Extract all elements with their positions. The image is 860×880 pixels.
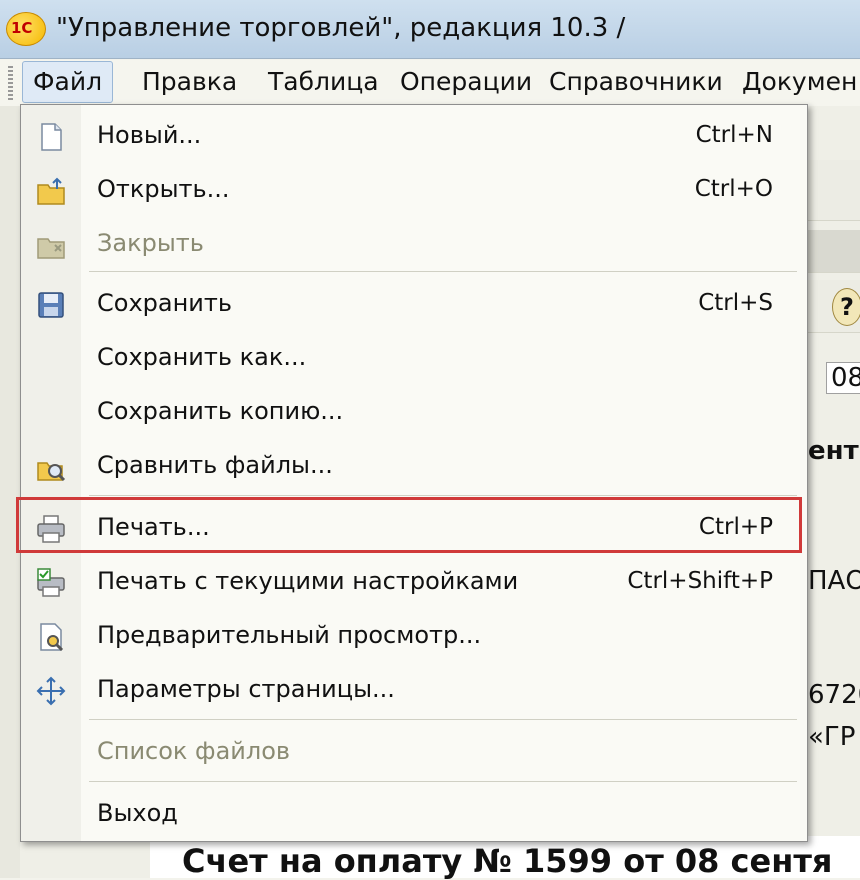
menu-item-label: Сохранить копию...	[97, 397, 344, 425]
menu-separator	[89, 495, 797, 496]
menu-item-save-copy[interactable]: Сохранить копию...	[21, 385, 807, 439]
menu-item-label: Предварительный просмотр...	[97, 621, 482, 649]
save-icon	[38, 292, 64, 318]
menu-separator	[89, 719, 797, 720]
compare-files-icon	[37, 462, 66, 482]
print-highlight-box	[16, 497, 802, 553]
menu-separator	[89, 271, 797, 272]
menu-item-shortcut: Ctrl+S	[698, 290, 773, 316]
menu-item-label: Сохранить	[97, 289, 232, 317]
menu-item-shortcut: Ctrl+Shift+P	[627, 568, 773, 594]
background-tabbar	[806, 230, 860, 273]
menu-item-file-list[interactable]: Список файлов	[21, 725, 807, 779]
menu-item-save-as[interactable]: Сохранить как...	[21, 331, 807, 385]
menu-item-page-setup[interactable]: Параметры страницы...	[21, 663, 807, 717]
window-title: "Управление торговлей", редакция 10.3 /	[56, 13, 626, 43]
menu-item-save[interactable]: Сохранить Ctrl+S	[21, 277, 807, 331]
background-text-fragment: 6720	[808, 680, 860, 710]
background-text-fragment: ПАО	[808, 566, 860, 596]
date-field-fragment[interactable]: 08	[826, 362, 860, 394]
menu-edit[interactable]: Правка	[142, 62, 237, 102]
menu-item-label: Сравнить файлы...	[97, 451, 333, 479]
menu-item-shortcut: Ctrl+N	[695, 122, 773, 148]
menu-item-shortcut: Ctrl+O	[694, 176, 773, 202]
menu-item-label: Закрыть	[97, 229, 204, 257]
title-bar: 1С "Управление торговлей", редакция 10.3…	[0, 0, 860, 59]
new-document-icon	[41, 123, 62, 151]
menu-item-label: Параметры страницы...	[97, 675, 395, 703]
print-preview-icon	[40, 623, 64, 652]
menu-item-label: Сохранить как...	[97, 343, 307, 371]
menu-item-label: Открыть...	[97, 175, 230, 203]
file-menu-dropdown: Новый... Ctrl+N Открыть... Ctrl+O Закрыт…	[20, 104, 808, 842]
menu-item-label: Выход	[97, 799, 178, 827]
page-setup-icon	[36, 676, 66, 706]
menu-item-new[interactable]: Новый... Ctrl+N	[21, 109, 807, 163]
menu-references[interactable]: Справочники	[549, 62, 723, 102]
menu-table[interactable]: Таблица	[268, 62, 379, 102]
menu-item-close[interactable]: Закрыть	[21, 217, 807, 271]
menu-item-label: Список файлов	[97, 737, 291, 765]
quick-print-icon	[37, 568, 65, 597]
close-folder-icon	[37, 238, 65, 259]
background-text-fragment: «ГР	[808, 722, 856, 752]
menu-item-print-preview[interactable]: Предварительный просмотр...	[21, 609, 807, 663]
menu-item-label: Новый...	[97, 121, 202, 149]
menu-item-compare-files[interactable]: Сравнить файлы...	[21, 439, 807, 493]
menu-item-exit[interactable]: Выход	[21, 787, 807, 841]
menu-item-quick-print[interactable]: Печать с текущими настройками Ctrl+Shift…	[21, 555, 807, 609]
help-icon[interactable]: ?	[832, 288, 860, 326]
menu-file[interactable]: Файл	[22, 61, 114, 103]
menu-item-label: Печать с текущими настройками	[97, 567, 519, 595]
background-toolbar	[806, 160, 860, 221]
open-folder-icon	[37, 177, 65, 205]
menubar-grip-handle[interactable]	[8, 66, 13, 102]
background-text-fragment: ент	[808, 436, 859, 466]
menu-operations[interactable]: Операции	[400, 62, 532, 102]
menu-separator	[89, 781, 797, 782]
left-panel-edge	[0, 106, 20, 878]
menu-documents[interactable]: Докумен	[742, 62, 857, 102]
app-logo-icon: 1С	[6, 12, 46, 46]
menu-item-open[interactable]: Открыть... Ctrl+O	[21, 163, 807, 217]
document-title: Счет на оплату № 1599 от 08 сентя	[182, 842, 833, 880]
